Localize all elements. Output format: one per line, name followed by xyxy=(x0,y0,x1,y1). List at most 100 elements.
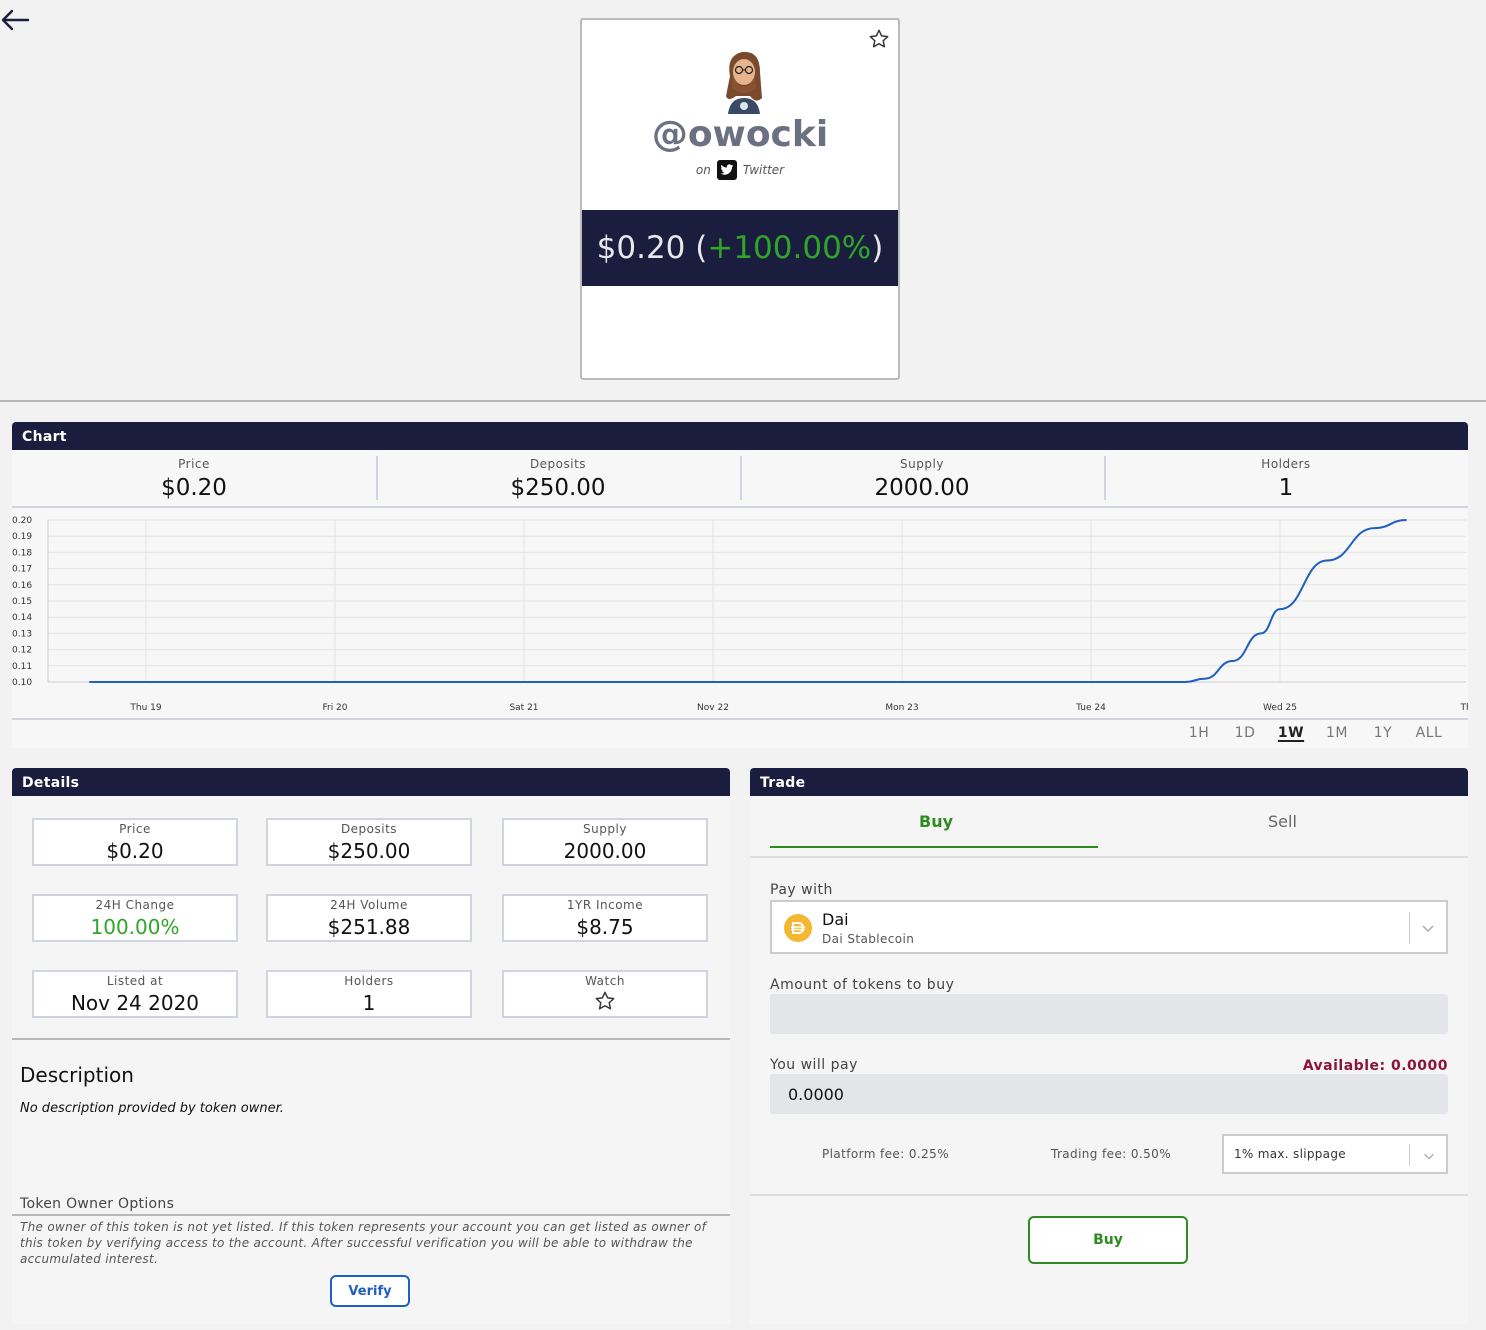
range-1m[interactable]: 1M xyxy=(1314,725,1360,741)
dai-icon xyxy=(784,914,812,942)
range-1y[interactable]: 1Y xyxy=(1360,725,1406,741)
details-panel-title: Details xyxy=(12,768,730,796)
pay-amount-input[interactable] xyxy=(770,1074,1448,1114)
detail-tile-24h-volume: 24H Volume $251.88 xyxy=(266,894,472,942)
detail-tile-watch[interactable]: Watch xyxy=(502,970,708,1018)
range-1w[interactable]: 1W xyxy=(1268,725,1314,741)
detail-tile-1yr-income: 1YR Income $8.75 xyxy=(502,894,708,942)
tile-label: 24H Volume xyxy=(330,898,408,912)
chevron-down-icon[interactable] xyxy=(1422,1148,1436,1162)
tile-value: 1 xyxy=(362,991,376,1015)
x-tick-label: Thu 19 xyxy=(129,703,161,713)
tile-value: $8.75 xyxy=(576,915,634,939)
verify-button[interactable]: Verify xyxy=(330,1275,410,1307)
x-tick-label: Sat 21 xyxy=(509,703,538,713)
tile-label: 24H Change xyxy=(95,898,175,912)
watch-star-icon[interactable] xyxy=(504,990,706,1016)
y-tick-label: 0.17 xyxy=(12,565,32,575)
owner-options-text: The owner of this token is not yet liste… xyxy=(20,1220,707,1266)
details-panel: Details Price $0.20 Deposits $250.00 Sup… xyxy=(12,768,730,1324)
pay-with-label: Pay with xyxy=(770,882,833,898)
tile-label: Price xyxy=(119,822,151,836)
tile-value: Nov 24 2020 xyxy=(70,991,200,1015)
y-tick-label: 0.20 xyxy=(12,516,32,526)
amount-input[interactable] xyxy=(770,994,1448,1034)
stat-label: Deposits xyxy=(529,457,587,471)
detail-tile-supply: Supply 2000.00 xyxy=(502,818,708,866)
price-banner: $0.20 (+100.00%) xyxy=(582,210,898,286)
tile-value: $251.88 xyxy=(327,915,411,939)
card-change: +100.00% xyxy=(707,230,872,266)
owner-options-title: Token Owner Options xyxy=(20,1196,175,1212)
tile-label: Watch xyxy=(585,974,625,988)
chart-bottom-divider xyxy=(12,718,1468,720)
card-change-wrapper: (+100.00%) xyxy=(685,230,884,266)
details-divider xyxy=(12,1038,730,1040)
tile-label: Listed at xyxy=(106,974,164,988)
chart-stats: Price $0.20 Deposits $250.00 Supply 2000… xyxy=(12,450,1468,508)
x-tick-label: Nov 22 xyxy=(697,703,729,713)
y-tick-label: 0.13 xyxy=(12,629,32,639)
platform-line: on Twitter xyxy=(582,160,898,180)
stat-holders: Holders 1 xyxy=(1104,450,1468,506)
chart-panel: Chart Price $0.20 Deposits $250.00 Suppl… xyxy=(12,422,1468,748)
x-tick-label: Thu xyxy=(1460,703,1468,713)
currency-subtitle: Dai Stablecoin xyxy=(822,932,915,946)
chart-panel-title: Chart xyxy=(12,422,1468,450)
tab-sell[interactable]: Sell xyxy=(1268,812,1297,831)
trade-panel-title: Trade xyxy=(750,768,1468,796)
detail-tile-holders: Holders 1 xyxy=(266,970,472,1018)
y-tick-label: 0.18 xyxy=(12,548,32,558)
stat-value: $0.20 xyxy=(161,475,227,501)
range-1d[interactable]: 1D xyxy=(1222,725,1268,741)
description-title: Description xyxy=(20,1063,134,1087)
owner-options-divider xyxy=(12,1214,730,1216)
stat-value: 2000.00 xyxy=(874,475,970,501)
range-all[interactable]: ALL xyxy=(1406,725,1452,741)
y-tick-label: 0.11 xyxy=(12,662,32,672)
chevron-down-icon[interactable] xyxy=(1420,920,1436,936)
y-tick-label: 0.15 xyxy=(12,597,32,607)
stat-label: Price xyxy=(178,457,210,471)
token-handle: @owocki xyxy=(651,114,829,155)
trade-divider xyxy=(750,1194,1468,1196)
stat-supply: Supply 2000.00 xyxy=(740,450,1104,506)
section-divider xyxy=(0,400,1486,402)
range-1h[interactable]: 1H xyxy=(1176,725,1222,741)
price-chart[interactable]: 0.20 0.19 0.18 0.17 0.16 0.15 0.14 0.13 0.12 0.11… xyxy=(12,512,1468,718)
stat-deposits: Deposits $250.00 xyxy=(376,450,740,506)
y-tick-label: 0.10 xyxy=(12,678,32,688)
buy-button[interactable]: Buy xyxy=(1028,1216,1188,1264)
select-separator xyxy=(1409,912,1410,944)
available-balance: Available: 0.0000 xyxy=(1302,1058,1448,1074)
tile-value: 2000.00 xyxy=(563,839,647,863)
tile-value: $250.00 xyxy=(327,839,411,863)
amount-label: Amount of tokens to buy xyxy=(770,977,955,993)
y-tick-label: 0.12 xyxy=(12,646,32,656)
tile-value: 100.00% xyxy=(90,915,180,939)
tile-value: $0.20 xyxy=(106,839,164,863)
range-selector: 1H 1D 1W 1M 1Y ALL xyxy=(1176,725,1452,741)
slippage-value: 1% max. slippage xyxy=(1234,1147,1346,1161)
token-card: @owocki on Twitter $0.20 (+100.00%) xyxy=(580,18,900,380)
stat-value: 1 xyxy=(1278,475,1294,501)
platform-on-label: on xyxy=(695,163,711,177)
stat-label: Supply xyxy=(900,457,944,471)
back-arrow-icon[interactable] xyxy=(0,6,32,34)
trading-fee: Trading fee: 0.50% xyxy=(1051,1147,1172,1161)
tile-label: Holders xyxy=(344,974,394,988)
tab-buy[interactable]: Buy xyxy=(919,812,953,831)
you-will-pay-label: You will pay xyxy=(770,1057,858,1073)
detail-tile-deposits: Deposits $250.00 xyxy=(266,818,472,866)
stat-value: $250.00 xyxy=(510,475,606,501)
y-tick-label: 0.19 xyxy=(12,532,32,542)
slippage-select[interactable]: 1% max. slippage xyxy=(1222,1134,1448,1174)
select-separator xyxy=(1409,1144,1410,1166)
y-tick-label: 0.14 xyxy=(12,613,32,623)
detail-tile-listed-at: Listed at Nov 24 2020 xyxy=(32,970,238,1018)
stat-label: Holders xyxy=(1261,457,1311,471)
tile-label: Supply xyxy=(583,822,627,836)
x-tick-label: Wed 25 xyxy=(1263,703,1297,713)
star-icon[interactable] xyxy=(868,28,890,50)
currency-select[interactable]: Dai Dai Stablecoin xyxy=(770,900,1448,954)
